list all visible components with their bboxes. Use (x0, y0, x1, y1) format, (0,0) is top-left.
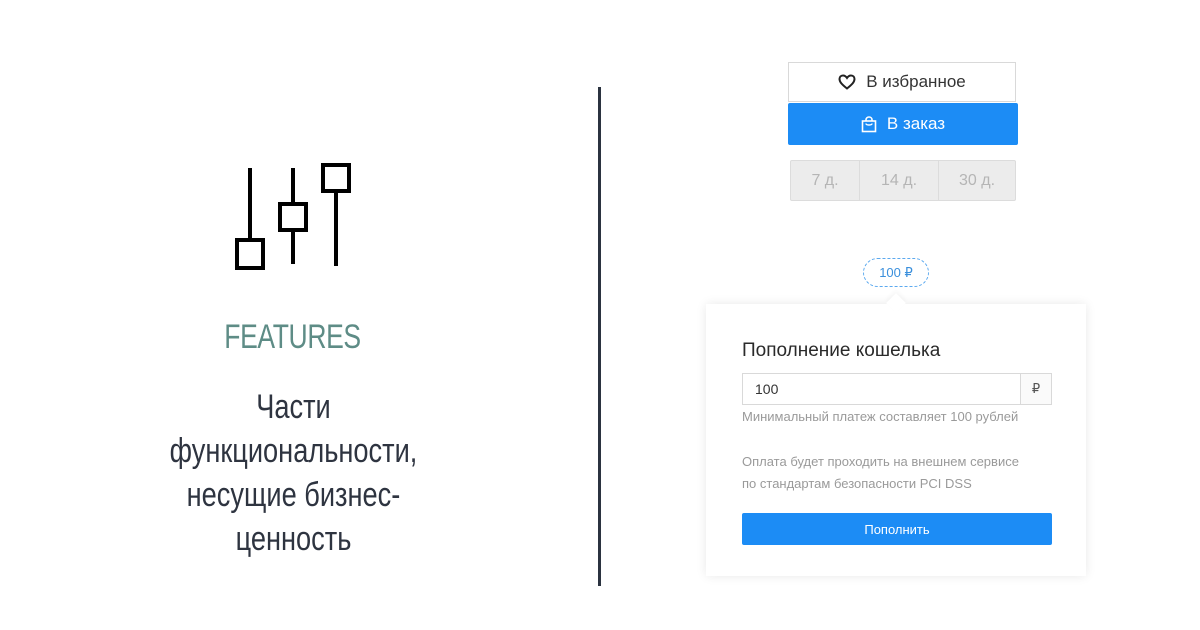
features-description-line: Части функциональности, (169, 388, 418, 470)
heart-icon (838, 74, 856, 90)
period-option-30[interactable]: 30 д. (939, 161, 1015, 200)
currency-addon: ₽ (1020, 374, 1051, 404)
add-to-favorites-label: В избранное (866, 72, 966, 91)
features-description-line: несущие бизнес-ценность (186, 476, 401, 558)
payment-security-note: Оплата будет проходить на внешнем сервис… (742, 451, 1019, 495)
wallet-topup-title: Пополнение кошелька (742, 340, 941, 361)
add-to-order-button[interactable]: В заказ (788, 103, 1018, 145)
features-title: FEATURES (224, 318, 361, 356)
amount-chip[interactable]: 100 ₽ (863, 258, 929, 287)
vertical-divider (598, 87, 601, 586)
period-option-7[interactable]: 7 д. (791, 161, 860, 200)
topup-button[interactable]: Пополнить (742, 513, 1052, 545)
minimum-payment-hint: Минимальный платеж составляет 100 рублей (742, 409, 1019, 424)
payment-security-note-line: Оплата будет проходить на внешнем сервис… (742, 454, 1019, 469)
period-selector: 7 д. 14 д. 30 д. (790, 160, 1016, 201)
sliders-icon (235, 163, 351, 270)
add-to-favorites-button[interactable]: В избранное (788, 62, 1016, 102)
features-description: Части функциональности, несущие бизнес-ц… (136, 385, 452, 561)
shopping-bag-icon (861, 115, 877, 132)
add-to-order-label: В заказ (886, 114, 946, 133)
page: FEATURES Части функциональности, несущие… (0, 0, 1200, 630)
amount-field: ₽ (742, 373, 1052, 405)
period-option-14[interactable]: 14 д. (860, 161, 939, 200)
payment-security-note-line: по стандартам безопасности PCI DSS (742, 476, 972, 491)
amount-input[interactable] (743, 374, 1020, 404)
